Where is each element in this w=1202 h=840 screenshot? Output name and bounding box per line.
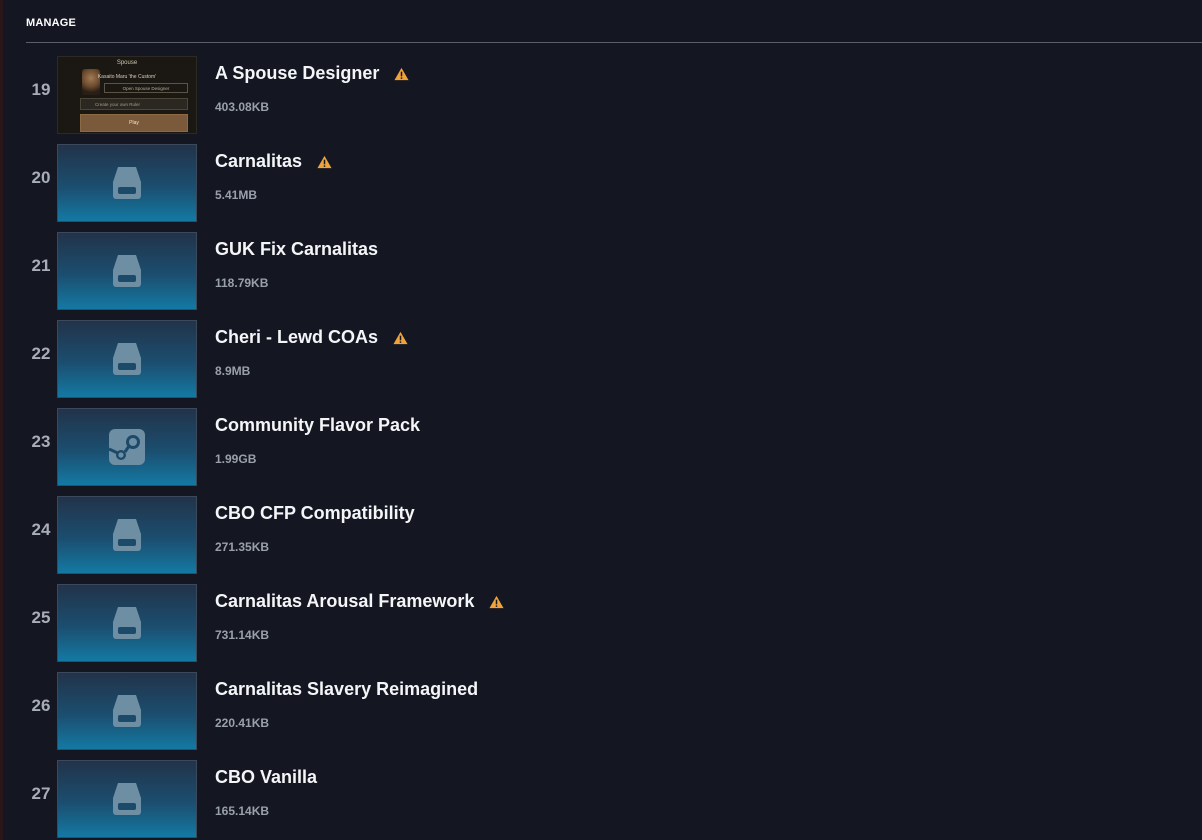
mod-name-text: CBO CFP Compatibility <box>215 503 415 523</box>
mod-manager-page: MANAGE 19 Spouse Kasaito Maru 'the Custo… <box>0 0 1202 840</box>
mod-thumbnail <box>57 672 197 750</box>
mod-name: CBO CFP Compatibility <box>215 503 415 524</box>
mod-size: 5.41MB <box>215 188 258 202</box>
mod-name-text: A Spouse Designer <box>215 63 380 83</box>
mod-size: 731.14KB <box>215 628 270 642</box>
mod-thumbnail <box>57 144 197 222</box>
mod-size: 1.99GB <box>215 452 257 466</box>
warning-icon[interactable] <box>394 67 409 81</box>
mod-name-text: Carnalitas Slavery Reimagined <box>215 679 479 699</box>
mod-name-text: Cheri - Lewd COAs <box>215 327 379 347</box>
drive-icon <box>113 343 141 375</box>
mod-index: 24 <box>31 520 51 539</box>
mod-row[interactable]: 26 Carnalitas Slavery Reimagined 220.41K… <box>0 672 1202 760</box>
warning-icon[interactable] <box>393 331 408 345</box>
mod-index: 23 <box>31 432 51 451</box>
mod-thumbnail <box>57 584 197 662</box>
mod-thumbnail <box>57 320 197 398</box>
steam-icon <box>108 429 145 465</box>
mod-thumbnail <box>57 232 197 310</box>
mod-row[interactable]: 23 Community Flavor Pack 1.99GB <box>0 408 1202 496</box>
mod-index: 20 <box>31 168 51 187</box>
mod-name: Carnalitas Slavery Reimagined <box>215 679 478 700</box>
mod-name: Carnalitas Arousal Framework <box>215 591 504 612</box>
mod-row[interactable]: 19 Spouse Kasaito Maru 'the Custom' Open… <box>0 56 1202 144</box>
portrait-image <box>82 69 100 95</box>
mod-row[interactable]: 21 GUK Fix Carnalitas 118.79KB <box>0 232 1202 320</box>
mod-thumbnail <box>57 760 197 838</box>
mod-thumbnail-screenshot: Spouse Kasaito Maru 'the Custom' Open Sp… <box>57 56 197 134</box>
mod-list: 19 Spouse Kasaito Maru 'the Custom' Open… <box>0 56 1202 840</box>
mod-name-text: CBO Vanilla <box>215 767 318 787</box>
thumbnail-caption: Kasaito Maru 'the Custom' <box>97 74 157 80</box>
mod-name: GUK Fix Carnalitas <box>215 239 378 260</box>
thumbnail-caption: Play <box>80 114 188 132</box>
drive-icon <box>113 607 141 639</box>
mod-row[interactable]: 27 CBO Vanilla 165.14KB <box>0 760 1202 840</box>
section-title: MANAGE <box>26 17 77 29</box>
mod-name-text: Carnalitas Arousal Framework <box>215 591 475 611</box>
mod-size: 118.79KB <box>215 276 269 290</box>
mod-row[interactable]: 25 Carnalitas Arousal Framework 731.14KB <box>0 584 1202 672</box>
mod-size: 271.35KB <box>215 540 270 554</box>
mod-row[interactable]: 22 Cheri - Lewd COAs 8.9MB <box>0 320 1202 408</box>
mod-index: 26 <box>31 696 51 715</box>
drive-icon <box>113 695 141 727</box>
manage-header: MANAGE <box>26 0 1202 43</box>
mod-size: 8.9MB <box>215 364 251 378</box>
mod-name: CBO Vanilla <box>215 767 317 788</box>
mod-index: 25 <box>31 608 51 627</box>
mod-index: 22 <box>31 344 51 363</box>
mod-name: A Spouse Designer <box>215 63 409 84</box>
thumbnail-caption: Create your own Ruler <box>80 98 188 110</box>
mod-index: 27 <box>31 784 51 803</box>
drive-icon <box>113 519 141 551</box>
mod-size: 165.14KB <box>215 804 270 818</box>
drive-icon <box>113 783 141 815</box>
mod-size: 403.08KB <box>215 100 270 114</box>
mod-name: Carnalitas <box>215 151 332 172</box>
mod-row[interactable]: 24 CBO CFP Compatibility 271.35KB <box>0 496 1202 584</box>
mod-name: Community Flavor Pack <box>215 415 420 436</box>
mod-index: 21 <box>31 256 51 275</box>
drive-icon <box>113 167 141 199</box>
mod-thumbnail <box>57 496 197 574</box>
mod-size: 220.41KB <box>215 716 270 730</box>
thumbnail-caption: Open Spouse Designer <box>104 83 188 93</box>
warning-icon[interactable] <box>489 595 504 609</box>
mod-thumbnail <box>57 408 197 486</box>
mod-name-text: Carnalitas <box>215 151 303 171</box>
warning-icon[interactable] <box>317 155 332 169</box>
mod-index: 19 <box>31 80 51 99</box>
thumbnail-caption: Spouse <box>116 60 138 66</box>
mod-row[interactable]: 20 Carnalitas 5.41MB <box>0 144 1202 232</box>
mod-name-text: Community Flavor Pack <box>215 415 421 435</box>
mod-name: Cheri - Lewd COAs <box>215 327 408 348</box>
drive-icon <box>113 255 141 287</box>
mod-name-text: GUK Fix Carnalitas <box>215 239 379 259</box>
